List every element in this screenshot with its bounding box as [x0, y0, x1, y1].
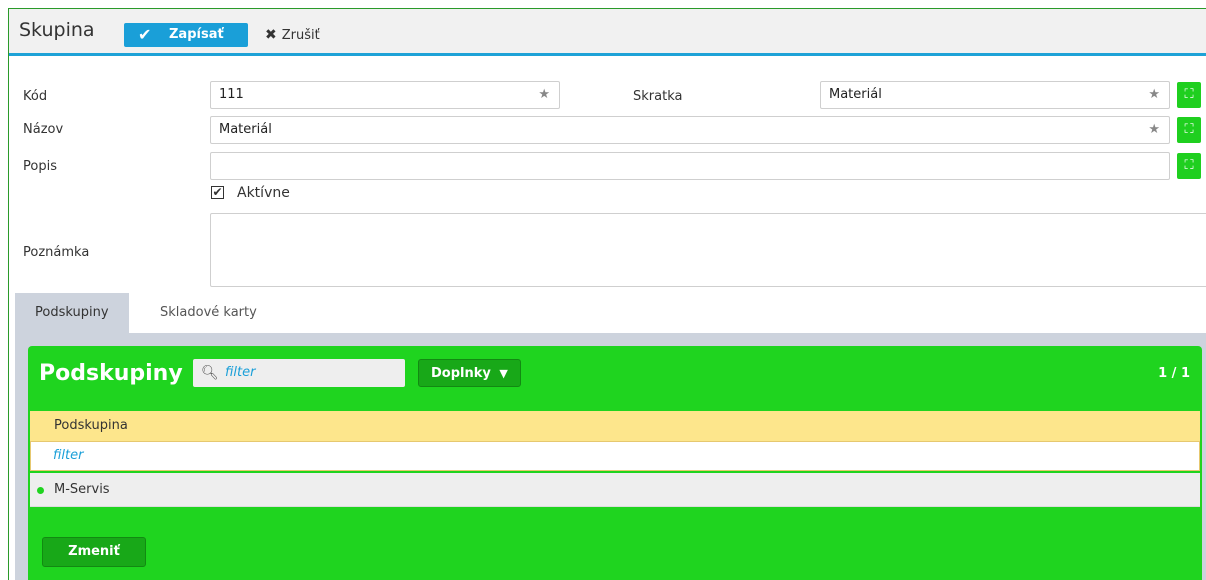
code-label: Kód	[23, 89, 48, 104]
tabs-bar: Podskupiny Skladové karty	[15, 293, 1206, 333]
change-button[interactable]: Zmeniť	[42, 537, 146, 567]
extras-label: Doplnky	[431, 366, 491, 381]
abbr-label: Skratka	[633, 89, 683, 104]
table-row[interactable]: M-Servis	[30, 473, 1200, 507]
translate-button[interactable]: ⛶	[1177, 117, 1201, 143]
name-value: Materiál	[219, 122, 272, 137]
translate-icon: ⛶	[1184, 158, 1194, 173]
extras-dropdown-button[interactable]: Doplnky ▼	[418, 359, 521, 387]
column-filter-input[interactable]: filter	[30, 441, 1200, 471]
translate-button[interactable]: ⛶	[1177, 82, 1201, 108]
panel-filter-placeholder: filter	[225, 365, 256, 380]
page-title: Skupina	[19, 19, 95, 41]
translate-icon: ⛶	[1184, 87, 1194, 102]
subgroups-table: Podskupina filter M-Servis	[30, 411, 1200, 517]
panel-title: Podskupiny	[39, 361, 183, 386]
desc-input[interactable]	[210, 152, 1170, 180]
code-input[interactable]: 111 ★	[210, 81, 560, 109]
cancel-button[interactable]: ✖ Zrušiť	[265, 23, 320, 47]
abbr-value: Materiál	[829, 87, 882, 102]
star-icon: ★	[1148, 87, 1160, 102]
panel-filter-input[interactable]: 🔍︎ filter	[193, 359, 405, 387]
status-dot-icon	[37, 487, 44, 494]
checkmark-icon: ✔	[138, 25, 152, 44]
row-name: M-Servis	[54, 482, 110, 497]
header-bar: Skupina ✔ Zapísať ✖ Zrušiť	[9, 9, 1206, 56]
note-label: Poznámka	[23, 245, 90, 260]
cancel-button-label: Zrušiť	[281, 28, 320, 43]
abbr-input[interactable]: Materiál ★	[820, 81, 1170, 109]
subgroups-panel: Podskupiny 🔍︎ filter Doplnky ▼ 1 / 1 Pod…	[28, 346, 1202, 580]
close-icon: ✖	[265, 27, 277, 43]
app-frame: Skupina ✔ Zapísať ✖ Zrušiť Kód 111 ★ Skra…	[8, 8, 1206, 580]
column-header[interactable]: Podskupina	[30, 411, 1200, 441]
tab-podskupiny[interactable]: Podskupiny	[15, 293, 129, 333]
star-icon: ★	[538, 87, 550, 102]
translate-icon: ⛶	[1184, 122, 1194, 137]
translate-button[interactable]: ⛶	[1177, 153, 1201, 179]
chevron-down-icon: ▼	[499, 367, 508, 380]
tab-skladove-karty[interactable]: Skladové karty	[140, 293, 277, 333]
save-button-label: Zapísať	[169, 27, 224, 42]
save-button[interactable]: ✔ Zapísať	[124, 23, 248, 47]
name-label: Názov	[23, 122, 64, 137]
search-icon: 🔍︎	[201, 365, 219, 381]
desc-label: Popis	[23, 159, 57, 174]
active-checkbox[interactable]: ✔	[211, 186, 224, 199]
star-icon: ★	[1148, 122, 1160, 137]
active-label: Aktívne	[237, 185, 290, 201]
name-input[interactable]: Materiál ★	[210, 116, 1170, 144]
code-value: 111	[219, 87, 244, 102]
note-textarea[interactable]	[210, 213, 1206, 287]
page-count: 1 / 1	[1158, 366, 1190, 381]
